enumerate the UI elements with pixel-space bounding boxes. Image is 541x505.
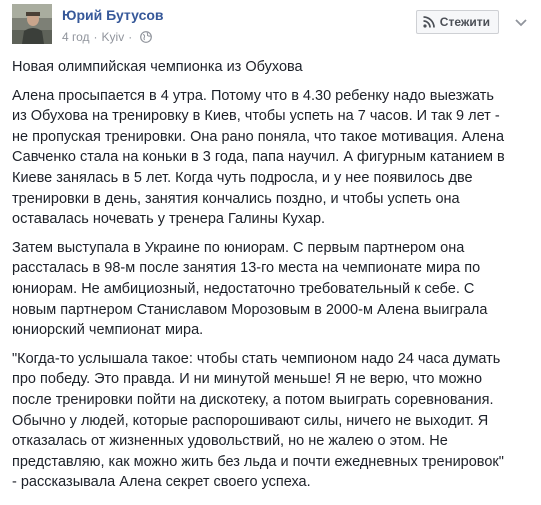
post-text-line: после тренировки пойти на дискотеку, а п… bbox=[12, 391, 494, 408]
post-body: Новая олимпийская чемпионка из Обухова Ал… bbox=[12, 57, 534, 501]
post-location[interactable]: Kyiv bbox=[102, 30, 125, 44]
author-avatar[interactable] bbox=[12, 4, 52, 44]
meta-separator-2: · bbox=[128, 30, 133, 44]
author-name[interactable]: Юрий Бутусов bbox=[62, 7, 164, 23]
post-text-line: отказалась от жизненных удовольствий, но… bbox=[12, 433, 448, 450]
post-text-line: Алена просыпается в 4 утра. Потому что в… bbox=[12, 87, 494, 104]
follow-button[interactable]: Стежити bbox=[415, 10, 499, 34]
post-text-line: "Когда-то услышала такое: чтобы стать че… bbox=[12, 350, 501, 367]
post-paragraph: "Когда-то услышала такое: чтобы стать че… bbox=[12, 349, 534, 493]
post-header: Юрий Бутусов 4 год · Kyiv · Стежити bbox=[12, 4, 529, 48]
follow-button-label: Стежити bbox=[439, 15, 490, 29]
post-text-line: Киеве занялась в 5 лет. Когда чуть подро… bbox=[12, 169, 473, 186]
post-meta: 4 год · Kyiv · bbox=[62, 30, 153, 44]
facebook-post: Юрий Бутусов 4 год · Kyiv · Стежити Нова… bbox=[0, 0, 541, 505]
post-text-line: юниорам. Не амбициозный, недостаточно тр… bbox=[12, 280, 475, 297]
chevron-down-icon[interactable] bbox=[513, 14, 529, 30]
post-text-line: новым партнером Станиславом Морозовым в … bbox=[12, 301, 488, 318]
post-text-line: рассталась в 98-м после занятия 13-го ме… bbox=[12, 260, 481, 277]
rss-icon bbox=[423, 16, 435, 28]
post-paragraph: Алена просыпается в 4 утра. Потому что в… bbox=[12, 86, 534, 230]
post-text-line: тренировки в день, занятия кончались поз… bbox=[12, 190, 460, 207]
post-text-line: Новая олимпийская чемпионка из Обухова bbox=[12, 59, 303, 75]
globe-icon[interactable] bbox=[140, 31, 153, 43]
post-text-line: Обычно у людей, которые распорошивают си… bbox=[12, 412, 489, 429]
meta-separator: · bbox=[93, 30, 98, 44]
post-text-line: юниорский чемпионат мира. bbox=[12, 322, 204, 339]
post-text-line: не пропуская тренировки. Она рано поняла… bbox=[12, 128, 505, 145]
post-text-line: представляю, как можно жить без льда и п… bbox=[12, 453, 504, 470]
post-text-line: Савченко стала на коньки в 3 года, папа … bbox=[12, 149, 505, 166]
avatar-photo bbox=[12, 4, 52, 44]
post-paragraph: Затем выступала в Украине по юниорам. С … bbox=[12, 238, 534, 341]
post-text-line: Затем выступала в Украине по юниорам. С … bbox=[12, 239, 465, 256]
post-paragraph: Новая олимпийская чемпионка из Обухова bbox=[12, 57, 534, 78]
post-text-line: из Обухова на тренировку в Киев, чтобы у… bbox=[12, 108, 500, 125]
post-text-line: - рассказывала Алена секрет своего успех… bbox=[12, 474, 311, 491]
post-text-line: про победу. Это правда. И ни минутой мен… bbox=[12, 371, 483, 388]
post-timestamp[interactable]: 4 год bbox=[62, 30, 90, 44]
post-text-line: оставалась ночевать у тренера Галины Кух… bbox=[12, 211, 326, 228]
